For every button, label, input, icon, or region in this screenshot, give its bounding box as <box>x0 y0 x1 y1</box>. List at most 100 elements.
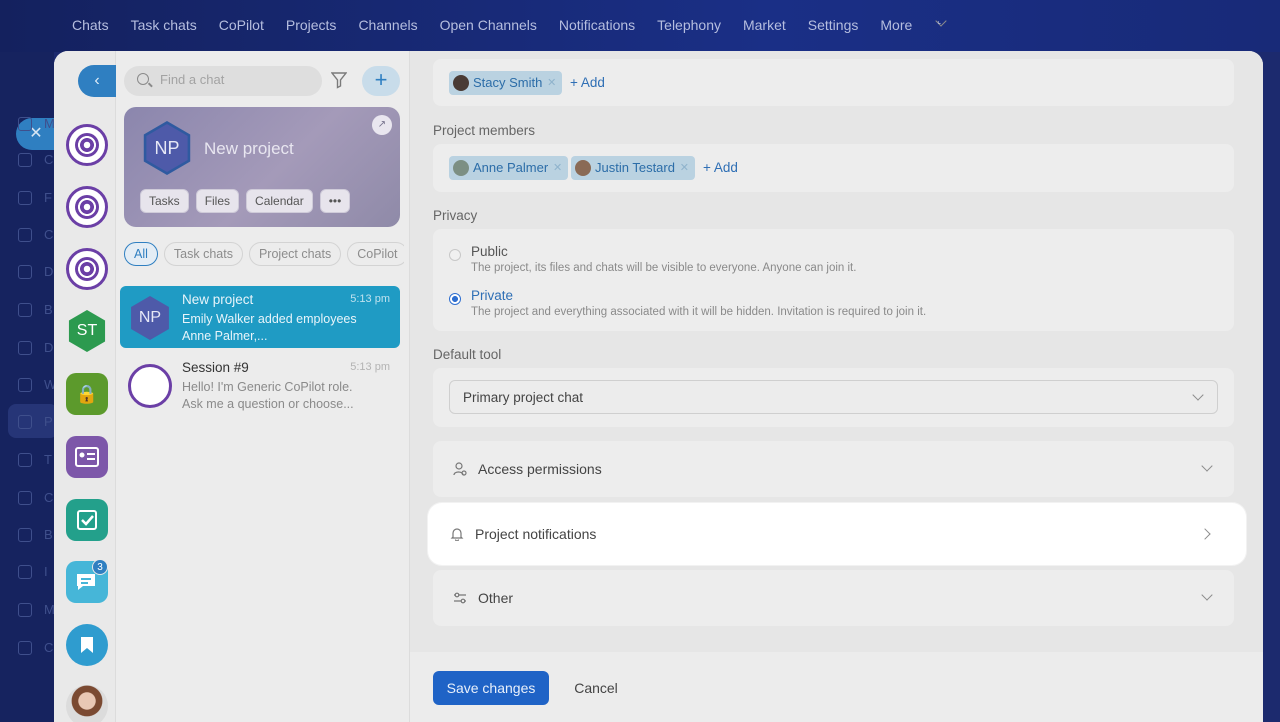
sliders-icon <box>454 592 466 604</box>
top-navigation: Chats Task chats CoPilot Projects Channe… <box>0 0 1280 52</box>
plus-icon: + <box>374 67 388 92</box>
private-option-title[interactable]: Private <box>471 288 513 303</box>
nav-open-channels[interactable]: Open Channels <box>440 17 537 33</box>
filter-copilot[interactable]: CoPilot <box>347 242 404 266</box>
other-section[interactable]: Other <box>433 570 1234 626</box>
document-icon <box>18 265 32 279</box>
contact-card-chat-avatar[interactable] <box>66 436 108 478</box>
copilot-chat-avatar[interactable] <box>66 186 108 228</box>
member-name: Anne Palmer <box>473 160 549 175</box>
avatar-initials: ST <box>76 322 98 339</box>
project-notifications-highlight: Project notifications <box>428 503 1246 565</box>
public-option-description: The project, its files and chats will be… <box>471 262 857 274</box>
user-avatar[interactable] <box>66 685 108 722</box>
chat-name: New project <box>182 292 254 307</box>
nav-channels[interactable]: Channels <box>358 17 417 33</box>
bg-letter: C <box>44 152 54 167</box>
chat-time: 5:13 pm <box>350 293 390 305</box>
new-chat-button[interactable]: + <box>362 66 400 96</box>
user-settings-icon <box>453 462 467 476</box>
bg-letter: B <box>44 527 53 542</box>
add-member-link[interactable]: + Add <box>703 160 738 175</box>
st-chat-avatar[interactable]: ST <box>68 310 106 352</box>
chevron-down-icon: ⌄ <box>934 15 947 28</box>
more-button[interactable]: ••• <box>319 189 351 213</box>
bg-letter: C <box>44 227 54 242</box>
feed-icon <box>18 191 32 205</box>
company-icon <box>18 641 32 655</box>
save-changes-button[interactable]: Save changes <box>433 671 549 705</box>
add-owner-link[interactable]: + Add <box>570 75 605 90</box>
owner-chip[interactable]: Stacy Smith ✕ <box>449 71 563 95</box>
public-option-title[interactable]: Public <box>471 244 508 259</box>
filter-icon[interactable] <box>331 71 347 89</box>
bell-icon <box>450 528 464 541</box>
form-footer: Save changes Cancel <box>410 652 1263 722</box>
list-item[interactable]: Session #9 5:13 pm Hello! I'm Generic Co… <box>120 354 400 416</box>
nav-task-chats[interactable]: Task chats <box>131 17 197 33</box>
nav-telephony[interactable]: Telephony <box>657 17 721 33</box>
search-input[interactable] <box>160 72 310 87</box>
default-tool-select[interactable]: Primary project chat <box>449 380 1218 414</box>
bg-letter: D <box>44 264 54 279</box>
board-icon <box>18 303 32 317</box>
access-permissions-section[interactable]: Access permissions <box>433 441 1234 497</box>
open-external-icon[interactable]: ↗ <box>372 115 392 135</box>
bg-letter: F <box>44 190 52 205</box>
back-button[interactable]: ‹ <box>78 65 116 97</box>
nav-more[interactable]: More ⌄ <box>880 15 947 33</box>
owner-avatar <box>453 75 469 91</box>
crm-icon <box>18 491 32 505</box>
bg-letter: T <box>44 452 52 467</box>
owner-field: Stacy Smith ✕ + Add <box>433 59 1234 106</box>
nav-notifications[interactable]: Notifications <box>559 17 635 33</box>
avatar-initials: NP <box>138 309 162 326</box>
nav-chats[interactable]: Chats <box>72 17 109 33</box>
mail-icon <box>18 378 32 392</box>
members-field: Anne Palmer ✕ Justin Testard ✕ + Add <box>433 144 1234 192</box>
remove-icon[interactable]: ✕ <box>547 71 556 95</box>
default-tool-field: Primary project chat <box>433 368 1234 427</box>
search-box[interactable] <box>124 66 322 96</box>
project-settings-form: Stacy Smith ✕ + Add Project members Anne… <box>410 51 1263 722</box>
nav-projects[interactable]: Projects <box>286 17 337 33</box>
lock-icon: 🔒 <box>75 383 99 404</box>
saved-messages-avatar[interactable] <box>66 624 108 666</box>
filter-all[interactable]: All <box>124 242 158 266</box>
list-item[interactable]: NP New project 5:13 pm Emily Walker adde… <box>120 286 400 348</box>
members-label: Project members <box>433 123 536 138</box>
project-notifications-section[interactable]: Project notifications <box>434 509 1238 559</box>
member-chip[interactable]: Justin Testard ✕ <box>571 156 695 180</box>
chat-filter-tabs: All Task chats Project chats CoPilot <box>124 242 404 266</box>
unread-count-badge: 3 <box>92 559 108 575</box>
default-tool-label: Default tool <box>433 347 502 362</box>
calendar-button[interactable]: Calendar <box>246 189 313 213</box>
filter-project-chats[interactable]: Project chats <box>248 242 342 266</box>
task-chat-avatar[interactable] <box>66 499 108 541</box>
radio-private[interactable] <box>449 293 461 305</box>
bg-letter: B <box>44 302 53 317</box>
copilot-icon <box>18 153 32 167</box>
calendar-icon <box>18 228 32 242</box>
nav-market[interactable]: Market <box>743 17 786 33</box>
tasks-button[interactable]: Tasks <box>140 189 189 213</box>
filter-task-chats[interactable]: Task chats <box>163 242 243 266</box>
copilot-chat-avatar[interactable] <box>66 124 108 166</box>
cancel-button[interactable]: Cancel <box>562 671 630 705</box>
bg-letter: D <box>44 340 54 355</box>
radio-public[interactable] <box>449 249 461 261</box>
marketing-icon <box>18 603 32 617</box>
copilot-chat-avatar[interactable] <box>66 248 108 290</box>
files-button[interactable]: Files <box>195 189 240 213</box>
remove-icon[interactable]: ✕ <box>553 156 562 180</box>
project-card: NP New project ↗ Tasks Files Calendar ••… <box>124 107 400 227</box>
chat-avatar: NP <box>131 296 169 340</box>
remove-icon[interactable]: ✕ <box>680 156 689 180</box>
lock-chat-avatar[interactable]: 🔒 <box>66 373 108 415</box>
nav-more-label: More <box>880 17 913 33</box>
nav-settings[interactable]: Settings <box>808 17 859 33</box>
bookmark-icon <box>81 637 93 653</box>
member-chip[interactable]: Anne Palmer ✕ <box>449 156 569 180</box>
nav-copilot[interactable]: CoPilot <box>219 17 264 33</box>
privacy-options: Public The project, its files and chats … <box>433 229 1234 331</box>
